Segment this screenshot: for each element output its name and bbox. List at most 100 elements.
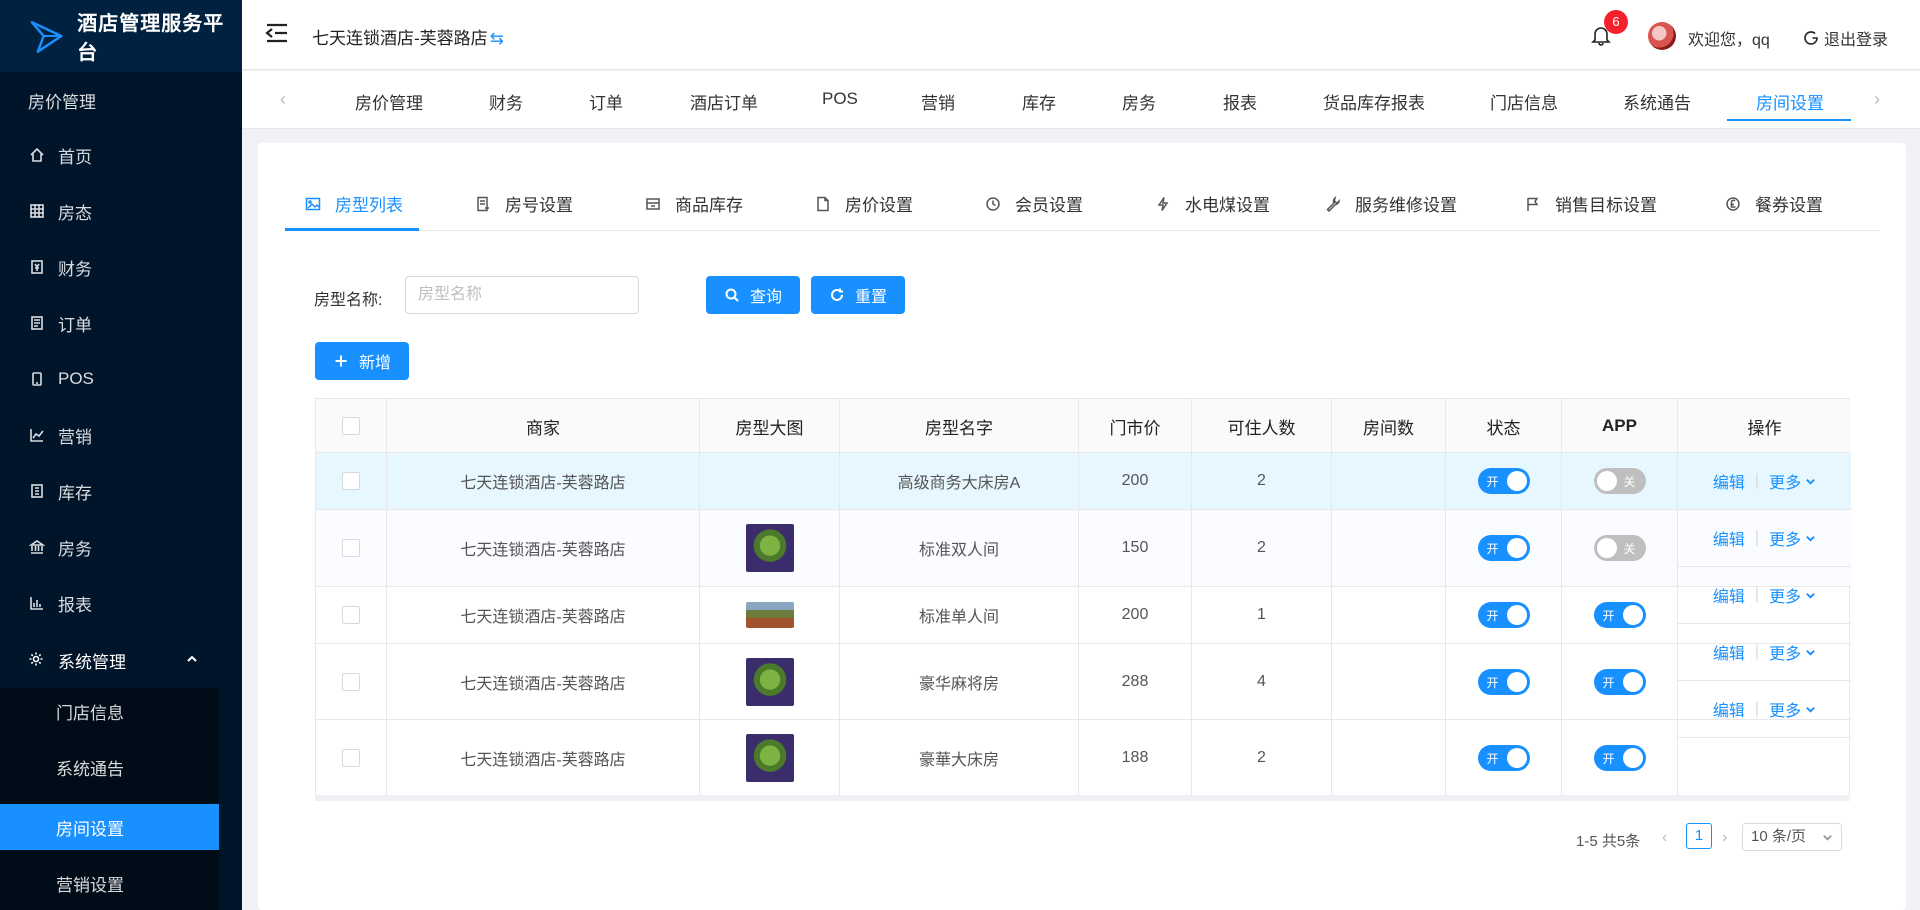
- avatar[interactable]: [1648, 22, 1676, 50]
- tab-orders[interactable]: 订单: [589, 89, 623, 114]
- edit-link[interactable]: 编辑: [1713, 469, 1745, 493]
- row-checkbox[interactable]: [342, 672, 360, 691]
- subtab-room-type-list[interactable]: 房型列表: [305, 191, 403, 216]
- pagination-prev-button[interactable]: ‹: [1662, 829, 1667, 847]
- room-number-icon: [477, 196, 489, 211]
- row-checkbox-cell: [316, 510, 387, 586]
- add-button[interactable]: 新增: [315, 342, 409, 380]
- submenu-item-announcements[interactable]: 系统通告: [0, 744, 219, 790]
- table-row[interactable]: 七天连锁酒店-芙蓉路店 豪華大床房 188 2 开 开: [316, 720, 1851, 796]
- subtab-member[interactable]: 会员设置: [985, 191, 1083, 216]
- subtab-goods-stock[interactable]: 商品库存: [645, 191, 743, 216]
- status-switch[interactable]: 开: [1477, 668, 1530, 695]
- tab-marketing[interactable]: 营销: [921, 89, 955, 114]
- reset-button[interactable]: 重置: [811, 276, 905, 314]
- room-image-thumbnail[interactable]: [745, 657, 794, 706]
- row-checkbox[interactable]: [342, 606, 360, 624]
- sidebar-item-reports[interactable]: 报表: [0, 575, 242, 631]
- switch-label: 开: [1602, 675, 1615, 690]
- app-switch[interactable]: 开: [1593, 602, 1646, 628]
- sidebar-item-inventory[interactable]: 库存: [0, 463, 242, 519]
- tab-goods-inventory-report[interactable]: 货品库存报表: [1323, 89, 1425, 114]
- tab-room-price[interactable]: 房价管理: [355, 89, 423, 114]
- tab-hotel-orders[interactable]: 酒店订单: [690, 89, 758, 114]
- table-horizontal-scrollbar[interactable]: [315, 795, 1850, 801]
- column-header-actions: 操作: [1747, 418, 1782, 438]
- sidebar-section-title[interactable]: 房价管理: [0, 72, 242, 128]
- subtab-sales-target[interactable]: 销售目标设置: [1525, 191, 1657, 216]
- subtab-label: 房价设置: [845, 196, 913, 215]
- table-row[interactable]: 七天连锁酒店-芙蓉路店 标准单人间 200 1 开 开: [316, 587, 1851, 644]
- subtab-utilities[interactable]: 水电煤设置: [1155, 191, 1270, 216]
- more-dropdown[interactable]: 更多: [1769, 469, 1816, 493]
- edit-link[interactable]: 编辑: [1713, 583, 1745, 607]
- submenu-item-room-settings[interactable]: 房间设置: [0, 804, 219, 850]
- switch-label: 开: [1602, 751, 1615, 766]
- more-dropdown[interactable]: 更多: [1769, 640, 1816, 664]
- logo: 酒店管理服务平台: [0, 0, 242, 72]
- subtab-room-number[interactable]: 房号设置: [475, 191, 573, 216]
- sidebar-item-orders[interactable]: 订单: [0, 295, 242, 351]
- submenu-item-marketing-settings[interactable]: 营销设置: [0, 860, 219, 906]
- logout-button[interactable]: 退出登录: [1804, 26, 1888, 50]
- room-image-thumbnail[interactable]: [745, 524, 794, 572]
- app-switch[interactable]: 关: [1593, 535, 1646, 561]
- tab-pos[interactable]: POS: [822, 89, 858, 109]
- welcome-text[interactable]: 欢迎您，qq: [1688, 26, 1770, 50]
- more-dropdown[interactable]: 更多: [1769, 583, 1816, 607]
- sidebar-item-system-management[interactable]: 系统管理: [0, 632, 242, 688]
- status-switch[interactable]: 开: [1477, 468, 1530, 494]
- more-dropdown[interactable]: 更多: [1769, 697, 1816, 721]
- tab-scroll-left-icon[interactable]: ‹: [280, 89, 286, 110]
- app-switch[interactable]: 关: [1593, 468, 1646, 494]
- table-row[interactable]: 七天连锁酒店-芙蓉路店 高级商务大床房A 200 2 开 关: [316, 453, 1851, 510]
- app-switch[interactable]: 开: [1593, 744, 1646, 771]
- sidebar-item-room-status[interactable]: 房态: [0, 183, 242, 239]
- tab-inventory[interactable]: 库存: [1022, 89, 1056, 114]
- table-row[interactable]: 七天连锁酒店-芙蓉路店 豪华麻将房 288 4 开 开: [316, 644, 1851, 720]
- sidebar-item-marketing[interactable]: 营销: [0, 407, 242, 463]
- tab-store-info[interactable]: 门店信息: [1490, 89, 1558, 114]
- tab-finance[interactable]: 财务: [489, 89, 523, 114]
- sidebar-item-pos[interactable]: POS: [0, 351, 242, 407]
- sidebar-scrollbar-track[interactable]: [219, 688, 242, 910]
- search-button[interactable]: 查询: [706, 276, 800, 314]
- pagination-next-button[interactable]: ›: [1722, 829, 1727, 847]
- row-checkbox[interactable]: [342, 539, 360, 557]
- row-checkbox[interactable]: [342, 748, 360, 767]
- sidebar-item-housekeeping[interactable]: 房务: [0, 519, 242, 575]
- tab-reports[interactable]: 报表: [1223, 89, 1257, 114]
- select-all-checkbox[interactable]: [342, 417, 360, 435]
- submenu-item-label: 营销设置: [56, 875, 124, 895]
- row-actions: 编辑 | 更多: [1678, 453, 1851, 510]
- sidebar-item-home[interactable]: 首页: [0, 127, 242, 183]
- tab-housekeeping[interactable]: 房务: [1122, 89, 1156, 114]
- pagination-page-1[interactable]: 1: [1686, 823, 1712, 849]
- more-dropdown[interactable]: 更多: [1769, 526, 1816, 550]
- status-switch[interactable]: 开: [1477, 602, 1530, 628]
- swap-icon[interactable]: ⇆: [490, 29, 504, 48]
- submenu-item-store-info[interactable]: 门店信息: [0, 688, 219, 734]
- page-size-select[interactable]: 10 条/页: [1742, 823, 1842, 851]
- app-switch[interactable]: 开: [1593, 668, 1646, 695]
- room-type-name-input[interactable]: [405, 276, 639, 314]
- room-image-thumbnail[interactable]: [745, 602, 794, 628]
- room-image-thumbnail[interactable]: [745, 733, 794, 782]
- subtab-meal-voucher[interactable]: 餐券设置: [1725, 191, 1823, 216]
- menu-fold-icon[interactable]: [264, 20, 290, 46]
- edit-link[interactable]: 编辑: [1713, 640, 1745, 664]
- subtab-room-price[interactable]: 房价设置: [815, 191, 913, 216]
- edit-link[interactable]: 编辑: [1713, 526, 1745, 550]
- row-checkbox[interactable]: [342, 472, 360, 490]
- sidebar-item-label: 首页: [58, 147, 92, 167]
- tab-room-settings[interactable]: 房间设置: [1756, 89, 1824, 114]
- edit-link[interactable]: 编辑: [1713, 697, 1745, 721]
- status-switch[interactable]: 开: [1477, 535, 1530, 561]
- status-switch[interactable]: 开: [1477, 744, 1530, 771]
- store-switcher[interactable]: 七天连锁酒店-芙蓉路店 ⇆: [312, 24, 504, 49]
- tab-scroll-right-icon[interactable]: ›: [1874, 89, 1880, 110]
- sidebar-item-finance[interactable]: 财务: [0, 239, 242, 295]
- subtab-maintenance[interactable]: 服务维修设置: [1325, 191, 1457, 216]
- tab-announcements[interactable]: 系统通告: [1623, 89, 1691, 114]
- table-row[interactable]: 七天连锁酒店-芙蓉路店 标准双人间 150 2 开 关: [316, 510, 1851, 587]
